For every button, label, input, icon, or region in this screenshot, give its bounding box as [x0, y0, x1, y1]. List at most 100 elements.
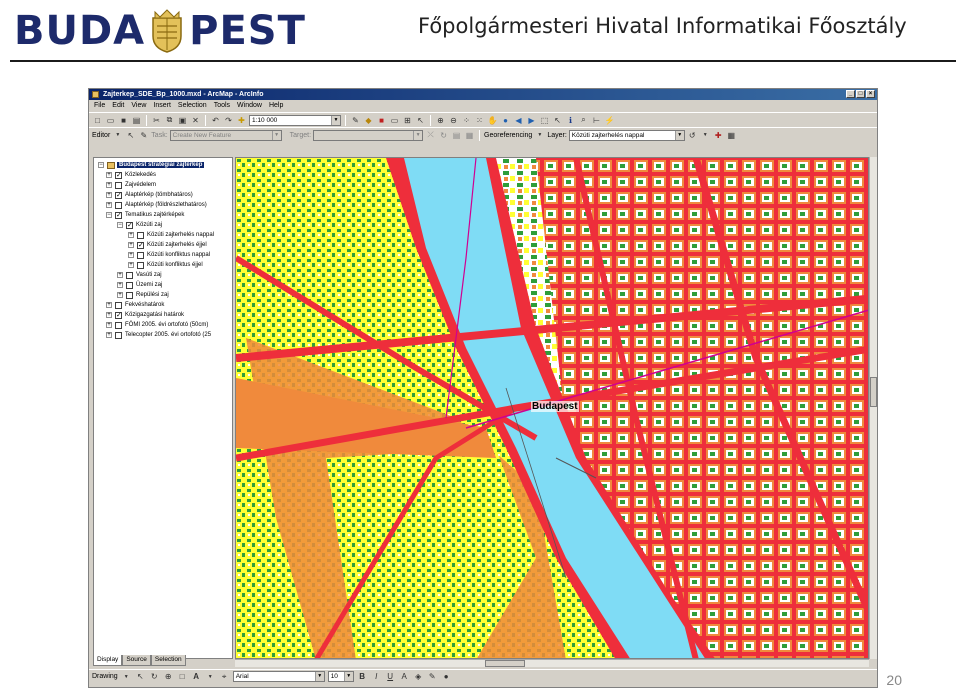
layer-visibility-checkbox[interactable] [126, 271, 133, 279]
bold-icon[interactable]: B [357, 671, 368, 682]
scroll-thumb[interactable] [485, 660, 525, 667]
target-combo[interactable]: ▼ [313, 129, 424, 141]
layer-visibility-checkbox[interactable]: ✓ [115, 211, 122, 219]
expand-icon[interactable]: + [128, 232, 134, 238]
split-tool-icon[interactable]: ⤫ [425, 130, 436, 141]
maximize-button[interactable]: □ [856, 90, 865, 98]
tab-source[interactable]: Source [122, 655, 151, 666]
redo-icon[interactable]: ↷ [223, 115, 234, 126]
menu-file[interactable]: File [94, 100, 105, 112]
drawing-menu[interactable]: Drawing [92, 673, 118, 680]
add-control-points-icon[interactable]: ✚ [713, 130, 724, 141]
toc-layer-item[interactable]: − ✓ Közúti zaj [117, 220, 162, 230]
font-color-icon[interactable]: A [399, 671, 410, 682]
rotate-tool-icon[interactable]: ↻ [438, 130, 449, 141]
zoom-in-icon[interactable]: ⊕ [435, 115, 446, 126]
expand-icon[interactable]: + [106, 182, 112, 188]
sketch-tool-icon[interactable]: ✎ [138, 130, 149, 141]
add-data-icon[interactable]: ✚ [236, 115, 247, 126]
expand-icon[interactable]: + [106, 332, 112, 338]
menu-tools[interactable]: Tools [214, 100, 230, 112]
identify-icon[interactable]: ℹ [565, 115, 576, 126]
layer-visibility-checkbox[interactable] [126, 281, 133, 289]
toc-layer-item[interactable]: + ✓ Közlekedés [106, 170, 156, 180]
undo-icon[interactable]: ↶ [210, 115, 221, 126]
toc-layer-item[interactable]: + Telecopter 2005. évi ortofotó (25 [106, 330, 211, 340]
marker-color-icon[interactable]: ● [441, 671, 452, 682]
expand-icon[interactable]: + [128, 242, 134, 248]
georef-layer-combo[interactable]: Közúti zajterhelés nappal ▼ [568, 129, 685, 141]
edit-vertices-icon[interactable]: ⌖ [219, 671, 230, 682]
zoom-out-icon[interactable]: ⊖ [448, 115, 459, 126]
new-document-icon[interactable]: □ [92, 115, 103, 126]
select-elements-icon[interactable]: ↖ [135, 671, 146, 682]
collapse-icon[interactable]: − [98, 162, 104, 168]
print-icon[interactable]: ▤ [131, 115, 142, 126]
expand-icon[interactable]: + [128, 252, 134, 258]
italic-icon[interactable]: I [371, 671, 382, 682]
layer-visibility-checkbox[interactable] [137, 231, 144, 239]
rotate-element-icon[interactable]: ↻ [149, 671, 160, 682]
model-builder-icon[interactable]: ⊞ [402, 115, 413, 126]
select-features-icon[interactable]: ⬚ [539, 115, 550, 126]
fixed-zoom-in-icon[interactable]: ⁘ [461, 115, 472, 126]
toc-layer-item[interactable]: + Vasúti zaj [117, 270, 162, 280]
copy-icon[interactable]: ⧉ [164, 115, 175, 126]
sketch-properties-icon[interactable]: ▦ [464, 130, 475, 141]
collapse-icon[interactable]: − [117, 222, 123, 228]
layer-visibility-checkbox[interactable]: ✓ [115, 171, 122, 179]
toc-layer-item[interactable]: + Közúti konfliktus nappal [128, 250, 210, 260]
expand-icon[interactable]: + [117, 272, 123, 278]
find-icon[interactable]: ⌕ [578, 115, 589, 126]
measure-icon[interactable]: ⊢ [591, 115, 602, 126]
menu-window[interactable]: Window [237, 100, 262, 112]
toc-layer-item[interactable]: − ✓ Tematikus zajtérképek [106, 210, 184, 220]
map-vertical-scrollbar[interactable] [869, 157, 877, 659]
tab-display[interactable]: Display [93, 655, 123, 666]
link-table-icon[interactable]: ▦ [726, 130, 737, 141]
underline-icon[interactable]: U [385, 671, 396, 682]
expand-icon[interactable]: + [106, 302, 112, 308]
toc-layer-item[interactable]: + Fekvéshatárok [106, 300, 164, 310]
toc-layer-item[interactable]: + Alaptérkép (földrészlethatáros) [106, 200, 207, 210]
map-display[interactable]: Budapest [235, 157, 869, 659]
layer-visibility-checkbox[interactable] [115, 301, 122, 309]
full-extent-icon[interactable]: ● [500, 115, 511, 126]
layer-visibility-checkbox[interactable]: ✓ [137, 241, 144, 249]
layer-visibility-checkbox[interactable] [115, 201, 122, 209]
cut-icon[interactable]: ✂ [151, 115, 162, 126]
fixed-zoom-out-icon[interactable]: ⁙ [474, 115, 485, 126]
help-pointer-icon[interactable]: ↖ [415, 115, 426, 126]
rectangle-tool-icon[interactable]: □ [177, 671, 188, 682]
expand-icon[interactable]: + [117, 292, 123, 298]
font-size-combo[interactable]: 10 ▼ [327, 671, 354, 682]
layer-visibility-checkbox[interactable]: ✓ [115, 311, 122, 319]
menu-selection[interactable]: Selection [178, 100, 207, 112]
map-horizontal-scrollbar[interactable] [235, 659, 869, 667]
menu-view[interactable]: View [131, 100, 146, 112]
toc-root[interactable]: − Budapest stratégiai zajtérkép [98, 160, 205, 170]
expand-icon[interactable]: + [106, 312, 112, 318]
menu-edit[interactable]: Edit [112, 100, 124, 112]
layer-visibility-checkbox[interactable]: ✓ [126, 221, 133, 229]
toc-layer-item[interactable]: + Repülési zaj [117, 290, 169, 300]
arccatalog-icon[interactable]: ◆ [363, 115, 374, 126]
expand-icon[interactable]: + [106, 192, 112, 198]
menu-help[interactable]: Help [269, 100, 283, 112]
layer-visibility-checkbox[interactable] [126, 291, 133, 299]
expand-icon[interactable]: + [106, 202, 112, 208]
tab-selection[interactable]: Selection [150, 655, 186, 666]
pan-icon[interactable]: ✋ [487, 115, 498, 126]
attributes-icon[interactable]: ▤ [451, 130, 462, 141]
command-line-icon[interactable]: ▭ [389, 115, 400, 126]
expand-icon[interactable]: + [106, 322, 112, 328]
toc-layer-item[interactable]: + ✓ Alaptérkép (tömbhatáros) [106, 190, 193, 200]
toc-layer-item[interactable]: + Közúti konfliktus éjjel [128, 260, 203, 270]
layer-visibility-checkbox[interactable] [115, 181, 122, 189]
text-tool-icon[interactable]: A [191, 671, 202, 682]
editor-toolbar-icon[interactable]: ✎ [350, 115, 361, 126]
toc-layer-item[interactable]: + Zajvédelem [106, 180, 156, 190]
toc-layer-item[interactable]: + ✓ Közigazgatási határok [106, 310, 184, 320]
hyperlink-icon[interactable]: ⚡ [604, 115, 615, 126]
forward-extent-icon[interactable]: ▶ [526, 115, 537, 126]
